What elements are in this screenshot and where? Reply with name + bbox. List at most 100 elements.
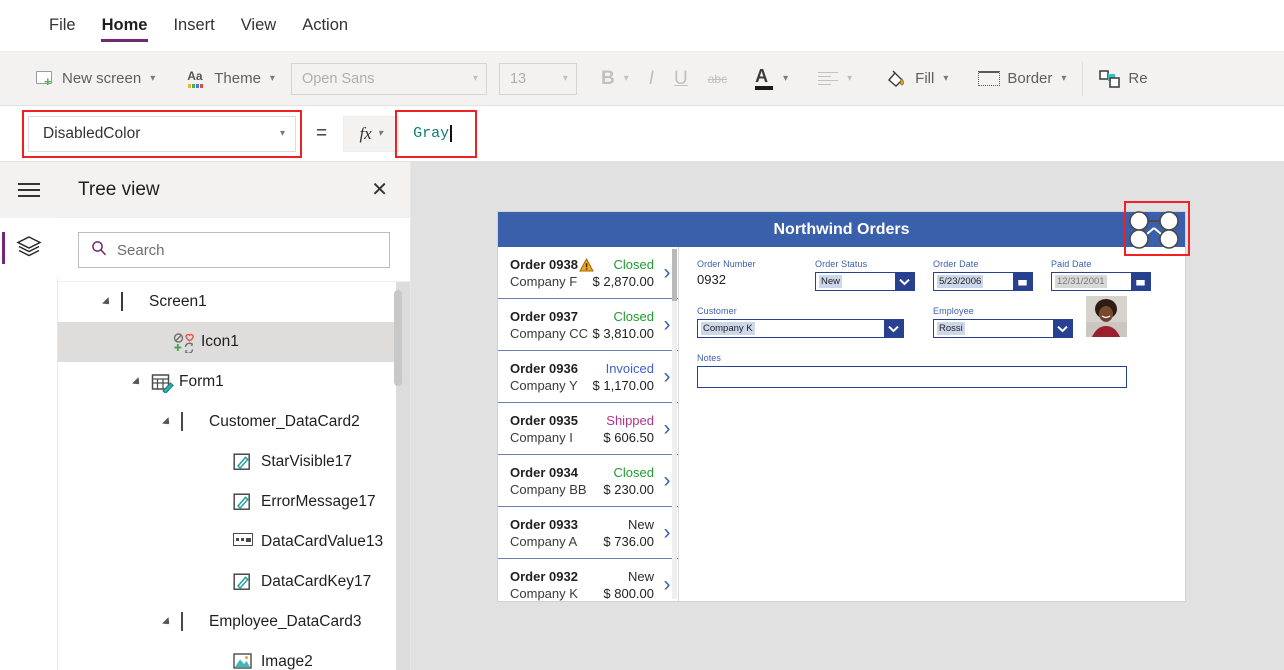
menu-item-action[interactable]: Action: [289, 0, 361, 52]
search-input[interactable]: Search: [78, 232, 390, 268]
close-icon[interactable]: ✕: [371, 180, 388, 200]
border-icon: [978, 71, 1001, 86]
chevron-down-icon[interactable]: [884, 320, 903, 337]
form-row-1: Order Number 0932 Order Status New Order…: [697, 259, 1169, 291]
label-icon: [233, 493, 253, 511]
menu-item-insert[interactable]: Insert: [160, 0, 227, 52]
expand-triangle-icon[interactable]: [102, 296, 115, 310]
bold-button[interactable]: B ▾: [591, 61, 639, 97]
search-placeholder: Search: [117, 241, 165, 259]
order-row[interactable]: Order 0937 Company CC Closed $ 3,810.00 …: [498, 299, 678, 351]
paid-date-picker[interactable]: 12/31/2001: [1051, 272, 1151, 291]
font-size-select[interactable]: 13 ▾: [498, 62, 577, 95]
fx-button[interactable]: fx ▾: [343, 115, 400, 152]
bold-icon: B: [600, 67, 615, 89]
gallery-scrollbar-track[interactable]: [672, 249, 677, 599]
order-company: Company K: [510, 585, 578, 601]
font-color-button[interactable]: A ▾: [745, 61, 798, 97]
tree-scrollbar-thumb[interactable]: [394, 290, 402, 386]
rail-item-tree-view[interactable]: [0, 218, 58, 278]
order-row[interactable]: Order 0935 Company I Shipped $ 606.50 ›: [498, 403, 678, 455]
order-company: Company A: [510, 533, 578, 549]
calendar-icon[interactable]: [1013, 273, 1032, 290]
border-label: Border: [1007, 70, 1053, 87]
property-select-value: DisabledColor: [43, 124, 141, 142]
chevron-down-icon: ▾: [472, 73, 478, 84]
ribbon-divider: [1082, 61, 1084, 96]
order-row[interactable]: Order 0936 Company Y Invoiced $ 1,170.00…: [498, 351, 678, 403]
expand-triangle-icon[interactable]: [162, 616, 175, 630]
tree-node-errormessage17[interactable]: ErrorMessage17: [58, 482, 410, 522]
order-status: Invoiced: [605, 360, 654, 376]
border-button[interactable]: Border ▾: [968, 61, 1076, 97]
chevron-down-icon: ▾: [623, 73, 629, 84]
italic-button[interactable]: I: [639, 61, 664, 97]
warning-icon: [579, 257, 594, 272]
order-number-text: Order 0938: [510, 256, 578, 272]
tree-node-form1[interactable]: Form1: [58, 362, 410, 402]
order-row[interactable]: Order 0934 Company BB Closed $ 230.00 ›: [498, 455, 678, 507]
form-row-2: Customer Company K Employee Rossi: [697, 296, 1169, 338]
app-preview-frame: Northwind Orders Order 0938 Company F Cl…: [498, 201, 1190, 601]
property-select[interactable]: DisabledColor ▾: [22, 109, 302, 158]
menu-item-view[interactable]: View: [228, 0, 289, 52]
order-status: Closed: [613, 256, 654, 272]
tree-node-label: Form1: [179, 373, 224, 390]
chevron-down-icon[interactable]: [895, 273, 914, 290]
tree-node-employee-datacard3[interactable]: Employee_DataCard3: [58, 602, 410, 642]
order-date-picker[interactable]: 5/23/2006: [933, 272, 1033, 291]
hamburger-icon: [17, 183, 40, 197]
order-number: Order 0932: [510, 568, 578, 584]
theme-button[interactable]: Aa Theme ▾: [177, 61, 285, 97]
datacard-icon: [181, 612, 201, 631]
paid-date-label: Paid Date: [1051, 259, 1092, 269]
notes-input[interactable]: [697, 366, 1127, 388]
font-name-select[interactable]: Open Sans ▾: [290, 62, 487, 95]
order-status-dropdown[interactable]: New: [815, 272, 915, 291]
datacard-icon: [181, 412, 201, 431]
strikethrough-button[interactable]: abc: [698, 61, 737, 97]
reorder-button[interactable]: Re: [1089, 61, 1157, 97]
text-caret: [450, 125, 452, 142]
hamburger-button[interactable]: [0, 162, 58, 218]
tree-view-panel: Tree view ✕ Search Screen1 Icon1 Form1 C…: [58, 162, 411, 670]
formula-input-value: Gray: [413, 125, 450, 142]
menu-bar: File Home Insert View Action: [0, 0, 1284, 52]
order-number: Order 0935: [510, 412, 578, 428]
app-body: Order 0938 Company F Closed $ 2,870.00 ›…: [498, 247, 1185, 601]
gallery-scrollbar-thumb[interactable]: [672, 249, 677, 301]
tree-node-starvisible17[interactable]: StarVisible17: [58, 442, 410, 482]
formula-input[interactable]: Gray: [401, 115, 1284, 152]
paid-date-value: 12/31/2001: [1055, 275, 1107, 288]
order-row[interactable]: Order 0938 Company F Closed $ 2,870.00 ›: [498, 247, 678, 299]
chevron-down-icon[interactable]: [1053, 320, 1072, 337]
order-status-field: Order Status New: [815, 259, 933, 291]
customer-label: Customer: [697, 306, 737, 316]
order-status: New: [627, 568, 654, 584]
employee-dropdown[interactable]: Rossi: [933, 319, 1073, 338]
order-row[interactable]: Order 0933 Company A New $ 736.00 ›: [498, 507, 678, 559]
tree-node-icon1[interactable]: Icon1: [58, 322, 410, 362]
fill-button[interactable]: Fill ▾: [876, 61, 958, 97]
left-rail: [0, 162, 58, 670]
customer-dropdown[interactable]: Company K: [697, 319, 904, 338]
order-row[interactable]: Order 0932 Company K New $ 800.00 ›: [498, 559, 678, 601]
menu-item-home[interactable]: Home: [89, 0, 161, 52]
order-number: Order 0933: [510, 516, 578, 532]
tree-node-customer-datacard2[interactable]: Customer_DataCard2: [58, 402, 410, 442]
tree-node-datacardvalue13[interactable]: DataCardValue13: [58, 522, 410, 562]
align-button[interactable]: ▾: [808, 61, 862, 97]
tree-node-datacardkey17[interactable]: DataCardKey17: [58, 562, 410, 602]
order-gallery[interactable]: Order 0938 Company F Closed $ 2,870.00 ›…: [498, 247, 679, 601]
tree-node-screen1[interactable]: Screen1: [58, 282, 410, 322]
paid-date-field: Paid Date 12/31/2001: [1051, 259, 1169, 291]
calendar-icon[interactable]: [1131, 273, 1150, 290]
tree-node-label: Screen1: [149, 293, 207, 310]
order-company: Company Y: [510, 377, 578, 393]
new-screen-button[interactable]: + New screen ▾: [26, 61, 165, 97]
menu-item-file[interactable]: File: [36, 0, 89, 52]
underline-button[interactable]: U: [664, 61, 698, 97]
expand-triangle-icon[interactable]: [162, 416, 175, 430]
tree-node-image2[interactable]: Image2: [58, 642, 410, 670]
expand-triangle-icon[interactable]: [132, 376, 145, 390]
